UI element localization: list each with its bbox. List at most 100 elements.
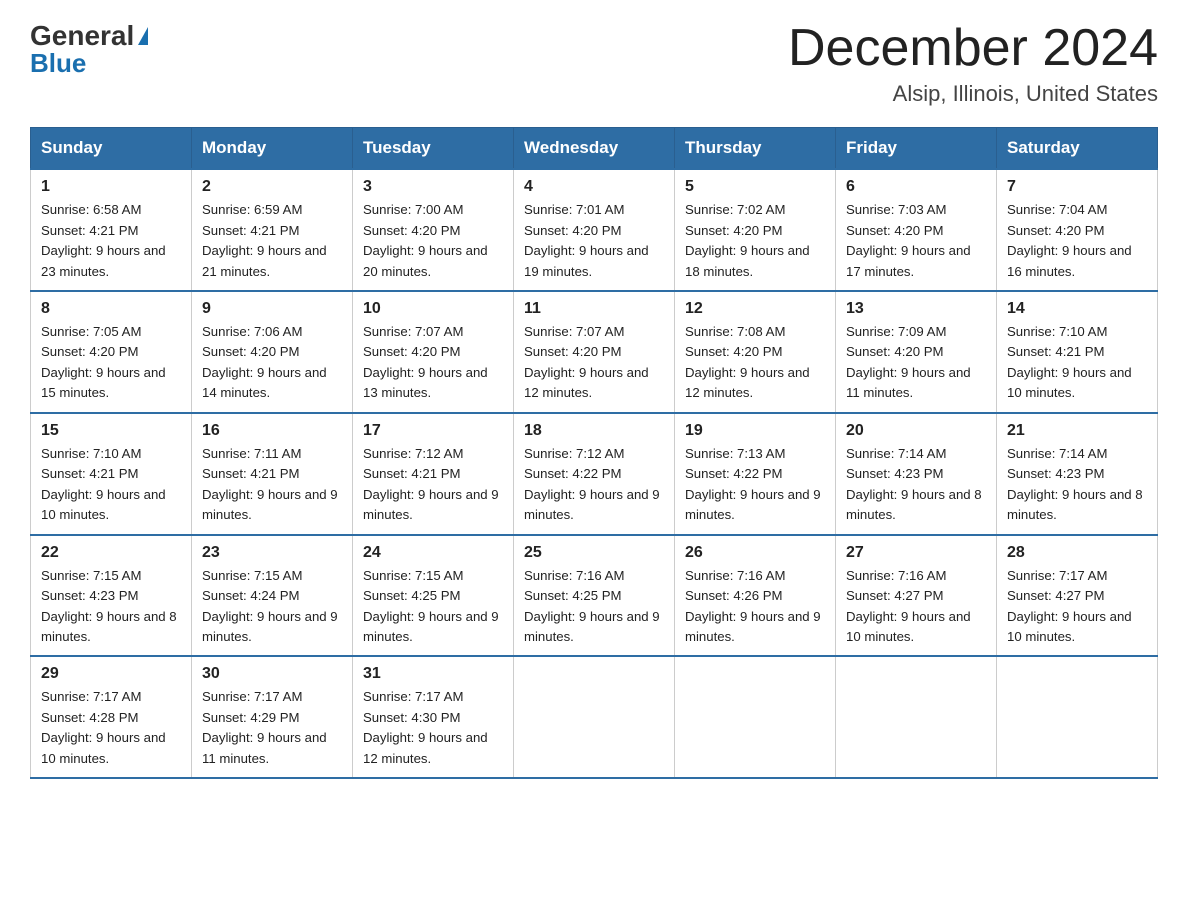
calendar-day-cell: 17 Sunrise: 7:12 AMSunset: 4:21 PMDayligh… <box>353 413 514 535</box>
day-info: Sunrise: 7:02 AMSunset: 4:20 PMDaylight:… <box>685 200 825 282</box>
calendar-day-cell: 27Sunrise: 7:16 AMSunset: 4:27 PMDayligh… <box>836 535 997 657</box>
calendar-day-cell: 28 Sunrise: 7:17 AMSunset: 4:27 PMDayligh… <box>997 535 1158 657</box>
day-info: Sunrise: 7:10 AMSunset: 4:21 PMDaylight:… <box>1007 322 1147 404</box>
day-number: 5 <box>685 178 825 196</box>
calendar-day-cell: 2 Sunrise: 6:59 AMSunset: 4:21 PMDaylight… <box>192 169 353 291</box>
day-info: Sunrise: 7:03 AMSunset: 4:20 PMDaylight:… <box>846 200 986 282</box>
day-number: 18 <box>524 422 664 440</box>
day-number: 21 <box>1007 422 1147 440</box>
calendar-week-row: 8 Sunrise: 7:05 AMSunset: 4:20 PMDaylight… <box>31 291 1158 413</box>
day-info: Sunrise: 7:09 AMSunset: 4:20 PMDaylight:… <box>846 322 986 404</box>
day-number: 9 <box>202 300 342 318</box>
calendar-day-cell: 11 Sunrise: 7:07 AMSunset: 4:20 PMDayligh… <box>514 291 675 413</box>
day-number: 20 <box>846 422 986 440</box>
calendar-header-row: SundayMondayTuesdayWednesdayThursdayFrid… <box>31 128 1158 170</box>
day-of-week-header: Thursday <box>675 128 836 170</box>
day-info: Sunrise: 7:17 AMSunset: 4:27 PMDaylight:… <box>1007 566 1147 648</box>
day-number: 7 <box>1007 178 1147 196</box>
day-number: 12 <box>685 300 825 318</box>
calendar-day-cell: 23Sunrise: 7:15 AMSunset: 4:24 PMDayligh… <box>192 535 353 657</box>
day-number: 19 <box>685 422 825 440</box>
day-number: 31 <box>363 665 503 683</box>
day-info: Sunrise: 7:11 AMSunset: 4:21 PMDaylight:… <box>202 444 342 526</box>
day-number: 26 <box>685 544 825 562</box>
calendar-day-cell: 10 Sunrise: 7:07 AMSunset: 4:20 PMDayligh… <box>353 291 514 413</box>
day-of-week-header: Saturday <box>997 128 1158 170</box>
calendar-day-cell: 1 Sunrise: 6:58 AMSunset: 4:21 PMDaylight… <box>31 169 192 291</box>
day-number: 25 <box>524 544 664 562</box>
day-number: 30 <box>202 665 342 683</box>
day-info: Sunrise: 7:14 AMSunset: 4:23 PMDaylight:… <box>846 444 986 526</box>
day-info: Sunrise: 7:15 AMSunset: 4:24 PMDaylight:… <box>202 566 342 648</box>
calendar-day-cell: 16Sunrise: 7:11 AMSunset: 4:21 PMDayligh… <box>192 413 353 535</box>
day-info: Sunrise: 7:05 AMSunset: 4:20 PMDaylight:… <box>41 322 181 404</box>
calendar-day-cell: 5 Sunrise: 7:02 AMSunset: 4:20 PMDaylight… <box>675 169 836 291</box>
calendar-day-cell: 13 Sunrise: 7:09 AMSunset: 4:20 PMDayligh… <box>836 291 997 413</box>
day-number: 2 <box>202 178 342 196</box>
day-number: 28 <box>1007 544 1147 562</box>
calendar-day-cell: 22 Sunrise: 7:15 AMSunset: 4:23 PMDayligh… <box>31 535 192 657</box>
day-info: Sunrise: 6:59 AMSunset: 4:21 PMDaylight:… <box>202 200 342 282</box>
calendar-day-cell: 25 Sunrise: 7:16 AMSunset: 4:25 PMDayligh… <box>514 535 675 657</box>
day-info: Sunrise: 7:06 AMSunset: 4:20 PMDaylight:… <box>202 322 342 404</box>
calendar-week-row: 22 Sunrise: 7:15 AMSunset: 4:23 PMDayligh… <box>31 535 1158 657</box>
day-number: 4 <box>524 178 664 196</box>
day-info: Sunrise: 7:16 AMSunset: 4:26 PMDaylight:… <box>685 566 825 648</box>
calendar-day-cell: 19 Sunrise: 7:13 AMSunset: 4:22 PMDayligh… <box>675 413 836 535</box>
day-number: 22 <box>41 544 181 562</box>
day-number: 15 <box>41 422 181 440</box>
day-info: Sunrise: 7:12 AMSunset: 4:22 PMDaylight:… <box>524 444 664 526</box>
day-of-week-header: Monday <box>192 128 353 170</box>
logo-triangle-icon <box>138 27 148 45</box>
calendar-day-cell: 31 Sunrise: 7:17 AMSunset: 4:30 PMDayligh… <box>353 656 514 778</box>
calendar-day-cell: 7Sunrise: 7:04 AMSunset: 4:20 PMDaylight… <box>997 169 1158 291</box>
day-info: Sunrise: 7:16 AMSunset: 4:25 PMDaylight:… <box>524 566 664 648</box>
day-info: Sunrise: 7:17 AMSunset: 4:28 PMDaylight:… <box>41 687 181 769</box>
day-info: Sunrise: 7:00 AMSunset: 4:20 PMDaylight:… <box>363 200 503 282</box>
day-number: 29 <box>41 665 181 683</box>
day-info: Sunrise: 7:13 AMSunset: 4:22 PMDaylight:… <box>685 444 825 526</box>
day-info: Sunrise: 7:10 AMSunset: 4:21 PMDaylight:… <box>41 444 181 526</box>
calendar-day-cell: 24 Sunrise: 7:15 AMSunset: 4:25 PMDayligh… <box>353 535 514 657</box>
day-number: 10 <box>363 300 503 318</box>
day-number: 11 <box>524 300 664 318</box>
calendar-week-row: 1 Sunrise: 6:58 AMSunset: 4:21 PMDaylight… <box>31 169 1158 291</box>
calendar-week-row: 29 Sunrise: 7:17 AMSunset: 4:28 PMDayligh… <box>31 656 1158 778</box>
calendar-day-cell: 8 Sunrise: 7:05 AMSunset: 4:20 PMDaylight… <box>31 291 192 413</box>
calendar-day-cell: 3 Sunrise: 7:00 AMSunset: 4:20 PMDaylight… <box>353 169 514 291</box>
day-number: 14 <box>1007 300 1147 318</box>
day-number: 1 <box>41 178 181 196</box>
day-info: Sunrise: 7:07 AMSunset: 4:20 PMDaylight:… <box>363 322 503 404</box>
day-number: 8 <box>41 300 181 318</box>
day-number: 17 <box>363 422 503 440</box>
day-info: Sunrise: 7:14 AMSunset: 4:23 PMDaylight:… <box>1007 444 1147 526</box>
day-info: Sunrise: 6:58 AMSunset: 4:21 PMDaylight:… <box>41 200 181 282</box>
calendar-day-cell: 21 Sunrise: 7:14 AMSunset: 4:23 PMDayligh… <box>997 413 1158 535</box>
day-info: Sunrise: 7:07 AMSunset: 4:20 PMDaylight:… <box>524 322 664 404</box>
calendar-day-cell: 30 Sunrise: 7:17 AMSunset: 4:29 PMDayligh… <box>192 656 353 778</box>
calendar-day-cell: 18 Sunrise: 7:12 AMSunset: 4:22 PMDayligh… <box>514 413 675 535</box>
calendar-day-cell <box>514 656 675 778</box>
day-info: Sunrise: 7:16 AMSunset: 4:27 PMDaylight:… <box>846 566 986 648</box>
day-info: Sunrise: 7:12 AMSunset: 4:21 PMDaylight:… <box>363 444 503 526</box>
day-info: Sunrise: 7:01 AMSunset: 4:20 PMDaylight:… <box>524 200 664 282</box>
month-title: December 2024 <box>788 20 1158 77</box>
calendar-day-cell: 14 Sunrise: 7:10 AMSunset: 4:21 PMDayligh… <box>997 291 1158 413</box>
day-info: Sunrise: 7:17 AMSunset: 4:29 PMDaylight:… <box>202 687 342 769</box>
day-info: Sunrise: 7:15 AMSunset: 4:25 PMDaylight:… <box>363 566 503 648</box>
day-info: Sunrise: 7:08 AMSunset: 4:20 PMDaylight:… <box>685 322 825 404</box>
day-number: 13 <box>846 300 986 318</box>
day-info: Sunrise: 7:17 AMSunset: 4:30 PMDaylight:… <box>363 687 503 769</box>
day-info: Sunrise: 7:15 AMSunset: 4:23 PMDaylight:… <box>41 566 181 648</box>
location-label: Alsip, Illinois, United States <box>788 81 1158 107</box>
calendar-day-cell: 20 Sunrise: 7:14 AMSunset: 4:23 PMDayligh… <box>836 413 997 535</box>
day-number: 6 <box>846 178 986 196</box>
day-number: 24 <box>363 544 503 562</box>
logo: General Blue <box>30 20 148 79</box>
calendar-week-row: 15 Sunrise: 7:10 AMSunset: 4:21 PMDayligh… <box>31 413 1158 535</box>
calendar-day-cell: 26 Sunrise: 7:16 AMSunset: 4:26 PMDayligh… <box>675 535 836 657</box>
calendar-day-cell <box>836 656 997 778</box>
day-number: 3 <box>363 178 503 196</box>
calendar-day-cell: 6 Sunrise: 7:03 AMSunset: 4:20 PMDaylight… <box>836 169 997 291</box>
calendar-day-cell <box>675 656 836 778</box>
